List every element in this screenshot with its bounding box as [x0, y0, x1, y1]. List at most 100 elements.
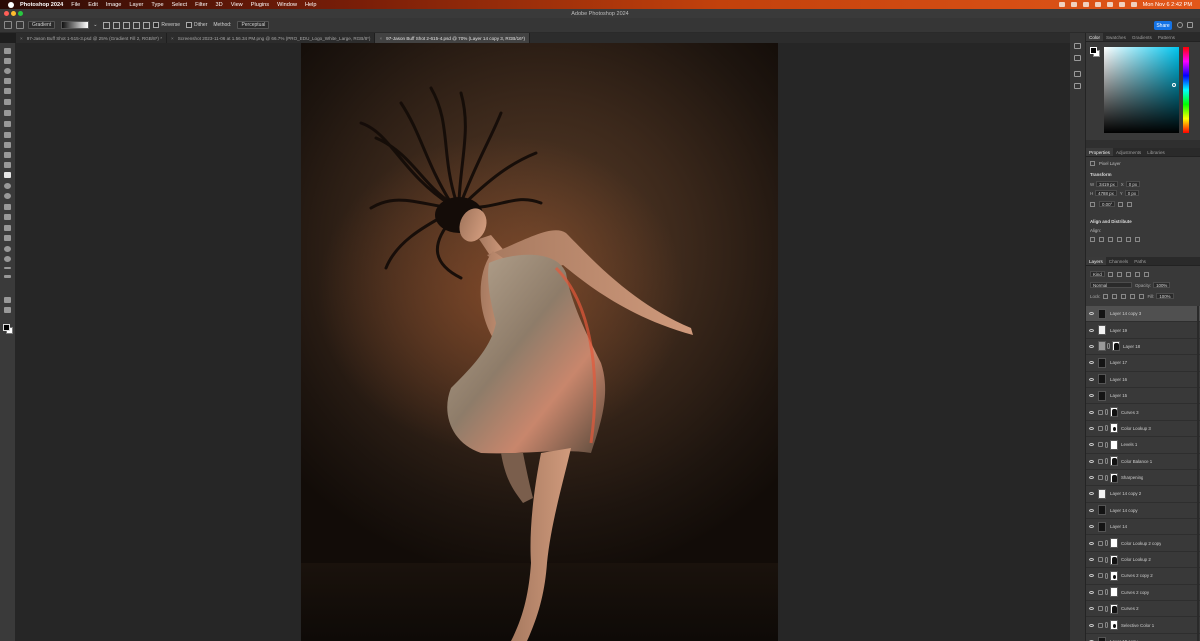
close-tab-icon[interactable]: × — [20, 36, 23, 41]
filter-shape-icon[interactable] — [1134, 271, 1140, 277]
layer-mask-thumbnail[interactable] — [1110, 472, 1118, 483]
layers-scrollbar[interactable] — [1197, 306, 1199, 641]
foreground-color-swatch[interactable] — [3, 324, 10, 331]
doc-tab-active[interactable]: × 97-Jason Buff Shot 2-615-4.psd @ 70% (L… — [375, 33, 531, 43]
width-field[interactable]: 3419 px — [1096, 181, 1118, 187]
layer-thumbnail[interactable] — [1098, 636, 1106, 641]
blur-tool-icon[interactable] — [4, 183, 11, 189]
brush-tool-icon[interactable] — [4, 132, 11, 138]
doc-tab[interactable]: × Screenshot 2023-11-06 at 1.56.34 PM.png… — [167, 33, 376, 43]
layer-thumbnail[interactable] — [1098, 521, 1106, 532]
layer-row[interactable]: Color Balance 1 — [1086, 454, 1200, 470]
align-left-icon[interactable] — [1090, 237, 1095, 242]
close-tab-icon[interactable]: × — [379, 36, 382, 41]
layer-mask-thumbnail[interactable] — [1110, 538, 1118, 549]
zoom-window-icon[interactable] — [18, 11, 23, 16]
menu-file[interactable]: File — [71, 2, 80, 8]
mask-link-icon[interactable] — [1105, 441, 1108, 448]
visibility-eye-icon[interactable] — [1089, 394, 1094, 398]
align-bottom-icon[interactable] — [1135, 237, 1140, 242]
visibility-eye-icon[interactable] — [1089, 426, 1094, 430]
lock-artboard-icon[interactable] — [1129, 293, 1135, 299]
align-center-icon[interactable] — [1099, 237, 1104, 242]
visibility-eye-icon[interactable] — [1089, 508, 1094, 512]
layer-thumbnail[interactable] — [1098, 325, 1106, 336]
visibility-eye-icon[interactable] — [1089, 459, 1094, 463]
visibility-eye-icon[interactable] — [1089, 541, 1094, 545]
comments-panel-icon[interactable] — [1074, 55, 1081, 61]
align-middle-icon[interactable] — [1126, 237, 1131, 242]
tab-adjustments[interactable]: Adjustments — [1113, 148, 1144, 156]
color-picker-field[interactable] — [1104, 47, 1179, 133]
mask-link-icon[interactable] — [1105, 458, 1108, 465]
y-field[interactable]: 0 px — [1124, 190, 1140, 196]
layer-thumbnail[interactable] — [1098, 374, 1106, 385]
eyedropper-tool-icon[interactable] — [4, 110, 11, 116]
filter-type-icon[interactable] — [1125, 271, 1131, 277]
crop-tool-icon[interactable] — [4, 88, 11, 94]
filter-smart-object-icon[interactable] — [1143, 271, 1149, 277]
layer-thumbnail[interactable] — [1098, 357, 1106, 368]
eraser-tool-icon[interactable] — [4, 162, 11, 168]
align-top-icon[interactable] — [1117, 237, 1122, 242]
history-panel-icon[interactable] — [1074, 43, 1081, 49]
tab-libraries[interactable]: Libraries — [1144, 148, 1168, 156]
status-app-icon[interactable] — [1058, 2, 1065, 7]
lock-pixels-icon[interactable] — [1111, 293, 1117, 299]
visibility-eye-icon[interactable] — [1089, 312, 1094, 316]
radial-gradient-icon[interactable] — [113, 21, 121, 29]
visibility-eye-icon[interactable] — [1089, 361, 1094, 365]
visibility-eye-icon[interactable] — [1089, 443, 1094, 447]
zoom-tool-icon[interactable] — [4, 256, 11, 262]
menu-select[interactable]: Select — [172, 2, 188, 8]
layers-list[interactable]: Layer 14 copy 3 Layer 19 Layer 18 Layer 17 L… — [1086, 306, 1200, 641]
layer-mask-thumbnail[interactable] — [1110, 620, 1118, 631]
mask-link-icon[interactable] — [1105, 425, 1108, 432]
layer-row[interactable]: Curves 3 — [1086, 404, 1200, 421]
layer-mask-thumbnail[interactable] — [1110, 407, 1118, 418]
menu-view[interactable]: View — [231, 2, 243, 8]
layer-thumbnail[interactable] — [1098, 488, 1106, 499]
mask-link-icon[interactable] — [1105, 556, 1108, 563]
swap-colors-icon[interactable] — [4, 275, 11, 278]
character-panel-icon[interactable] — [1074, 71, 1081, 77]
linear-gradient-icon[interactable] — [103, 21, 111, 29]
path-selection-icon[interactable] — [4, 225, 11, 231]
visibility-eye-icon[interactable] — [1089, 377, 1094, 381]
pen-tool-icon[interactable] — [4, 204, 11, 210]
dodge-tool-icon[interactable] — [4, 193, 11, 199]
layer-mask-thumbnail[interactable] — [1110, 587, 1118, 598]
layer-thumbnail[interactable] — [1098, 390, 1106, 401]
layer-mask-thumbnail[interactable] — [1110, 439, 1118, 450]
flip-vertical-icon[interactable] — [1127, 201, 1133, 207]
visibility-eye-icon[interactable] — [1089, 558, 1094, 562]
mask-link-icon[interactable] — [1105, 572, 1108, 579]
wifi-icon[interactable] — [1106, 2, 1113, 7]
minimize-window-icon[interactable] — [11, 11, 16, 16]
align-section-label[interactable]: Align and Distribute — [1090, 219, 1132, 224]
layer-row[interactable]: Layer 15 — [1086, 388, 1200, 405]
opacity-field[interactable]: 100% — [1153, 282, 1171, 288]
layer-row[interactable]: Layer 18 — [1086, 339, 1200, 356]
gradient-tool-icon[interactable] — [16, 21, 24, 29]
share-button[interactable]: Share — [1154, 21, 1172, 30]
mask-link-icon[interactable] — [1105, 540, 1108, 547]
close-window-icon[interactable] — [4, 11, 9, 16]
angle-gradient-icon[interactable] — [123, 21, 131, 29]
layer-mask-thumbnail[interactable] — [1110, 570, 1118, 581]
layer-row[interactable]: Layer 14 — [1086, 519, 1200, 536]
align-right-icon[interactable] — [1108, 237, 1113, 242]
paragraph-panel-icon[interactable] — [1074, 83, 1081, 89]
menu-bar-clock[interactable]: Mon Nov 6 2:42 PM — [1143, 2, 1192, 8]
tab-paths[interactable]: Paths — [1131, 257, 1149, 265]
layer-row[interactable]: Curves 2 copy 2 — [1086, 568, 1200, 585]
layer-thumbnail[interactable] — [1098, 341, 1106, 352]
object-selection-tool-icon[interactable] — [4, 78, 11, 84]
status-app-icon[interactable] — [1094, 2, 1101, 7]
layer-row[interactable]: Selective Color 1 — [1086, 617, 1200, 634]
tab-channels[interactable]: Channels — [1106, 257, 1131, 265]
flip-horizontal-icon[interactable] — [1118, 201, 1124, 207]
layer-row[interactable]: Color Lookup 2 — [1086, 552, 1200, 569]
menu-window[interactable]: Window — [277, 2, 297, 8]
search-icon[interactable] — [1118, 2, 1125, 7]
